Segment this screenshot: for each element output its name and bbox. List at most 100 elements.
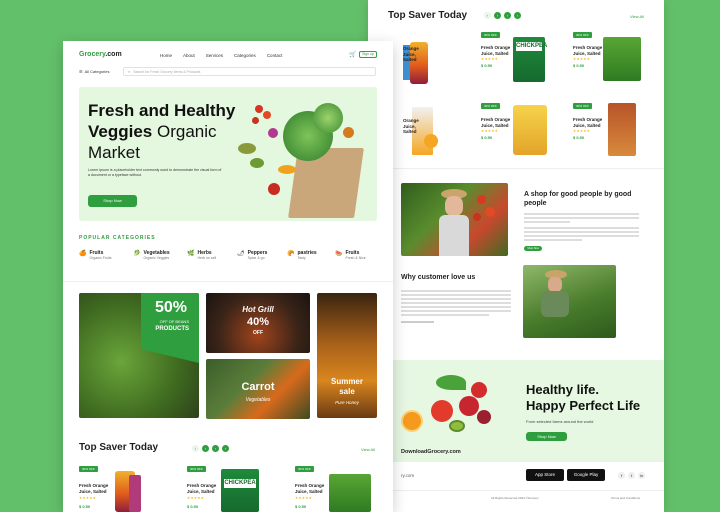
view-all-link[interactable]: View All — [630, 14, 644, 19]
category-fruits-2[interactable]: 🍉 Fruits Fresh & Nice — [335, 250, 375, 260]
search-bar[interactable]: ⌕ Search for Fresh Grocery Items & Produ… — [123, 67, 376, 76]
fruits-icon: 🍉 — [335, 251, 343, 257]
promo2-title: Hot Grill — [242, 305, 274, 314]
rating-stars: ★★★★★ — [573, 129, 591, 133]
discount-badge: 30% OFF — [573, 32, 592, 38]
twitter-icon[interactable]: t — [628, 472, 635, 479]
rating-stars: ★★★★★ — [573, 57, 591, 61]
front-view-all-link[interactable]: View All — [361, 447, 375, 452]
carousel-next2[interactable]: › — [222, 445, 229, 452]
product-title: Orange Juice, Salted — [403, 46, 419, 62]
search-input[interactable]: Search for Fresh Grocery Items & Product… — [133, 70, 200, 74]
category-sub: Fresh & Nice — [345, 256, 366, 260]
saver-carousel: ‹ ‹ › › — [484, 12, 521, 19]
category-sub: Organic Fruits — [89, 256, 112, 260]
all-categories-label: All Categories — [84, 69, 110, 74]
promo1-pct: 50% — [154, 299, 187, 316]
nav-categories[interactable]: Categories — [234, 53, 256, 58]
healthy-title-2: Happy Perfect Life — [526, 398, 641, 413]
hero-line-3: Market — [88, 143, 140, 162]
carousel-next[interactable]: › — [212, 445, 219, 452]
nav-services[interactable]: Services — [206, 53, 223, 58]
promo4-sub: Pure Honey — [335, 400, 359, 405]
veggies-bag-image — [238, 103, 368, 218]
hero-shop-button[interactable]: Shop Now — [88, 195, 137, 207]
carousel-prev2[interactable]: ‹ — [494, 12, 501, 19]
category-peppers[interactable]: 🌶 Peppers Spice & go — [237, 250, 287, 260]
product-title: Fresh Orange Juice, Salted — [187, 483, 217, 494]
product-image — [603, 37, 641, 81]
discount-badge: 30% OFF — [481, 32, 500, 38]
logo[interactable]: Grocery.com — [79, 51, 122, 58]
love-title: Why customer love us — [401, 274, 476, 281]
promo-honey[interactable]: Summer sale Pure Honey — [317, 293, 377, 418]
product-image: CHICKPEA — [513, 37, 548, 82]
product-label: CHICKPEA — [516, 42, 548, 51]
farmer-image — [401, 183, 508, 256]
product-title: Fresh Orange Juice, Salted — [295, 483, 325, 494]
healthy-shop-button[interactable]: Shop Now — [526, 432, 567, 441]
all-categories-dropdown[interactable]: ☰ All Categories — [79, 69, 110, 74]
product-price: $ 0.50 — [481, 135, 493, 140]
product-price: $ 0.50 — [79, 504, 91, 509]
hero-line-2a: Veggies — [88, 122, 153, 141]
terms-link[interactable]: Terms and Conditions — [611, 496, 640, 501]
promo-grill[interactable]: Hot Grill 40% OFF — [206, 293, 310, 353]
love-text — [401, 290, 511, 323]
rating-stars: ★★★★★ — [79, 496, 97, 500]
category-pastries[interactable]: 🥐 pastries Tasty — [287, 250, 335, 260]
google-play-button[interactable]: Google Play — [567, 469, 605, 481]
promo3-sub: Vegetables — [245, 397, 271, 403]
nav-about[interactable]: About — [183, 53, 195, 58]
product-title: Orange Juice, Salted — [403, 118, 419, 134]
fruits-icon: 🍊 — [79, 251, 87, 257]
product-image — [329, 474, 371, 512]
product-price: $ 0.50 — [295, 504, 307, 509]
saver-title: Top Saver Today — [388, 10, 468, 21]
signup-button[interactable]: Sign up — [359, 51, 377, 58]
carousel-next[interactable]: › — [504, 12, 511, 19]
product-title: Fresh Orange Juice, Salted — [481, 45, 511, 56]
product-title: Fresh Orange Juice, Salted — [79, 483, 109, 494]
category-vegetables[interactable]: 🥬 Vegetables Organic Veggies — [133, 250, 187, 260]
carousel-prev[interactable]: ‹ — [484, 12, 491, 19]
category-fruits[interactable]: 🍊 Fruits Organic Fruits — [79, 250, 133, 260]
carousel-prev2[interactable]: ‹ — [202, 445, 209, 452]
vegetables-icon: 🥬 — [133, 251, 141, 257]
category-herbs[interactable]: 🌿 Herbs Herb on sell — [187, 250, 237, 260]
carousel-next2[interactable]: › — [514, 12, 521, 19]
rating-stars: ★★★★★ — [187, 496, 205, 500]
promo2-off: OFF — [253, 330, 263, 336]
product-title: Fresh Orange Juice, Salted — [573, 117, 603, 128]
discount-badge: 30% OFF — [481, 103, 500, 109]
cart-icon[interactable]: 🛒 — [349, 51, 356, 58]
about-shop-button[interactable]: Shop Now — [524, 246, 542, 251]
rating-stars: ★★★★★ — [481, 57, 499, 61]
logo-main: Grocery — [79, 51, 106, 58]
main-nav: Home About Services Categories Contact — [160, 53, 282, 58]
footer-logo: ry.com — [401, 473, 415, 478]
promo2-pct: 40% — [246, 316, 270, 328]
product-title: Fresh Orange Juice, Salted — [481, 117, 511, 128]
product-title: Fresh Orange Juice, Salted — [573, 45, 603, 56]
linkedin-icon[interactable]: in — [638, 472, 645, 479]
nav-home[interactable]: Home — [160, 53, 172, 58]
discount-badge: 30% OFF — [187, 466, 206, 472]
promo-carrot[interactable]: Carrot Vegetables — [206, 359, 310, 419]
logo-suffix: .com — [105, 51, 122, 58]
promo-beans[interactable]: 50% OFF OF BEANS PRODUCTS — [79, 293, 199, 418]
rating-stars: ★★★★★ — [295, 496, 313, 500]
promo3-title: Carrot — [241, 381, 275, 393]
facebook-icon[interactable]: f — [618, 472, 625, 479]
nav-contact[interactable]: Contact — [267, 53, 283, 58]
app-store-button[interactable]: App Store — [526, 469, 564, 481]
healthy-sub: Form selected farms around the world — [526, 419, 594, 424]
herbs-icon: 🌿 — [187, 251, 195, 257]
hero-description: Lorem Ipsum is a placeholder text common… — [88, 168, 222, 177]
peppers-icon: 🌶 — [237, 251, 245, 257]
carousel-prev[interactable]: ‹ — [192, 445, 199, 452]
rating-stars: ★★★★★ — [481, 129, 499, 133]
promo4-line2: sale — [339, 387, 355, 396]
product-image: CHICKPEA — [221, 469, 259, 512]
divider — [63, 281, 393, 282]
